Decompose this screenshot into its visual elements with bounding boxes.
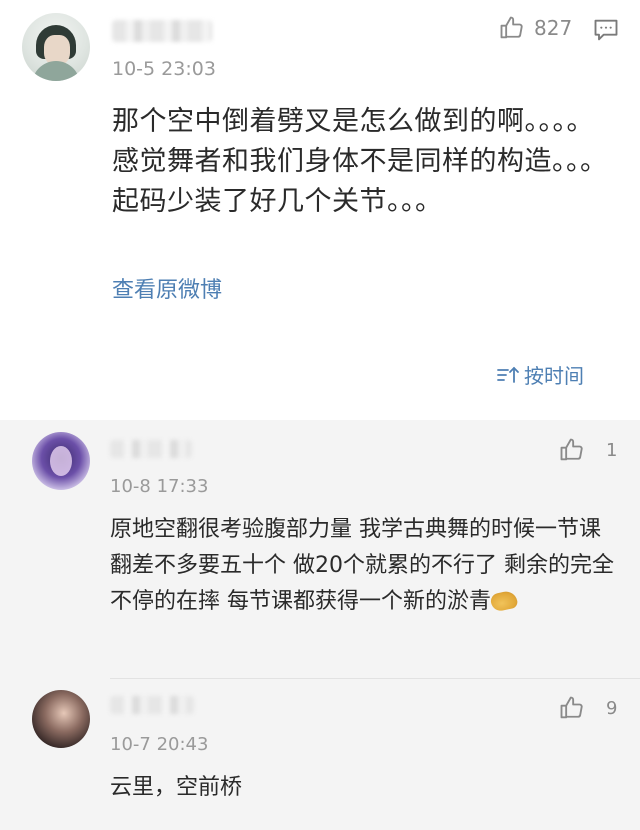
like-count: 1	[606, 439, 618, 461]
comment-timestamp: 10-7 20:43	[110, 734, 209, 755]
like-count: 9	[606, 697, 618, 719]
post-text: 那个空中倒着劈叉是怎么做到的啊。。。。感觉舞者和我们身体不是同样的构造。。。起码…	[112, 106, 608, 217]
comment-item: 10-7 20:43 9 云里，空前桥	[0, 678, 640, 830]
like-button[interactable]: 9	[558, 694, 617, 722]
weibo-comment-page: 10-5 23:03 827 那个空中倒着劈叉是怎么做到的啊。。。。感觉舞者和我…	[0, 0, 640, 830]
main-post: 10-5 23:03 827 那个空中倒着劈叉是怎么做到的啊。。。。感觉舞者和我…	[0, 0, 640, 420]
blurred-username[interactable]	[110, 696, 194, 714]
like-count: 827	[534, 16, 573, 40]
thumbs-up-icon	[558, 694, 586, 722]
comment-text-body: 原地空翻很考验腹部力量 我学古典舞的时候一节课翻差不多要五十个 做20个就累的不…	[110, 517, 614, 614]
like-button[interactable]: 827	[498, 14, 572, 42]
sort-label: 按时间	[524, 364, 584, 388]
avatar[interactable]	[22, 13, 90, 81]
comment-bubble-icon[interactable]	[592, 16, 620, 44]
comment-timestamp: 10-8 17:33	[110, 476, 209, 497]
comment-text: 云里，空前桥	[110, 775, 243, 800]
sort-by-time-button[interactable]: 按时间	[496, 360, 584, 389]
comment-item: 10-8 17:33 1 原地空翻很考验腹部力量 我学古典舞的时候一节课翻差不多…	[0, 420, 640, 678]
like-button[interactable]: 1	[558, 436, 617, 464]
avatar-body-shape	[32, 61, 80, 81]
avatar[interactable]	[32, 432, 90, 490]
blurred-username[interactable]	[112, 20, 212, 42]
comment-list: 10-8 17:33 1 原地空翻很考验腹部力量 我学古典舞的时候一节课翻差不多…	[0, 420, 640, 830]
post-timestamp: 10-5 23:03	[112, 58, 216, 80]
blurred-username[interactable]	[110, 440, 192, 458]
pinched-hands-emoji-icon	[489, 589, 519, 613]
thumbs-up-icon	[558, 436, 586, 464]
view-original-link[interactable]: 查看原微博	[112, 272, 222, 304]
sort-time-icon	[496, 364, 524, 386]
avatar[interactable]	[32, 690, 90, 748]
comment-text: 原地空翻很考验腹部力量 我学古典舞的时候一节课翻差不多要五十个 做20个就累的不…	[110, 512, 620, 620]
avatar-figure-shape	[50, 446, 72, 476]
thumbs-up-icon	[498, 14, 526, 42]
